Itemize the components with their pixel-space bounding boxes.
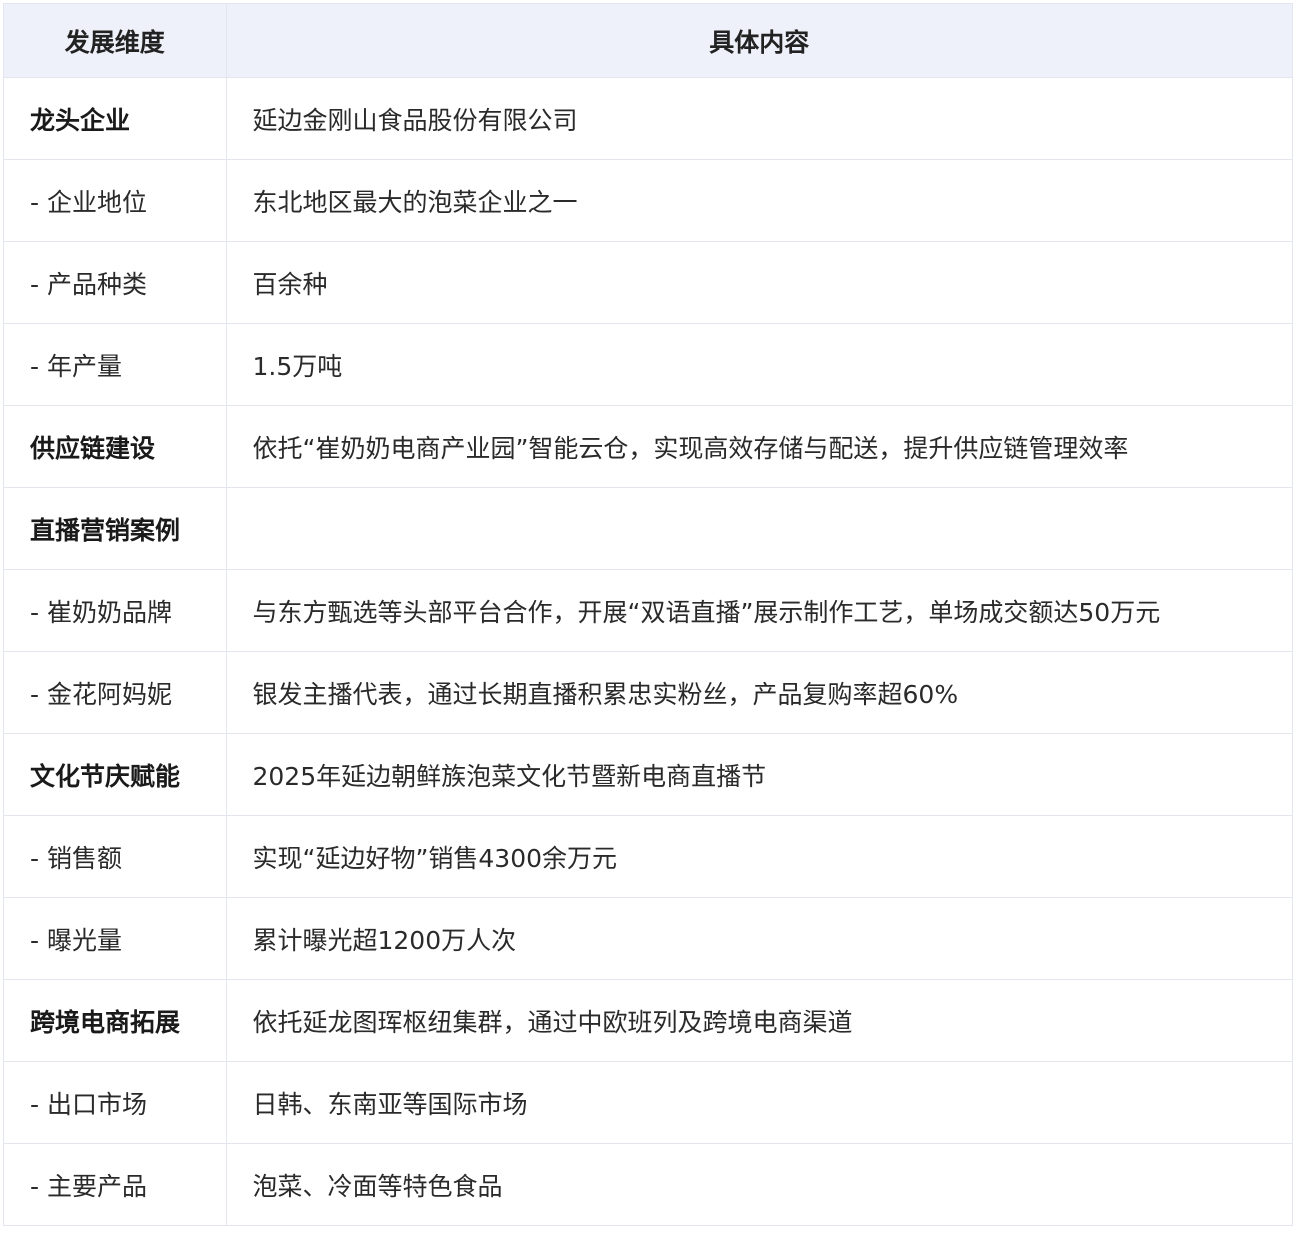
dimension-cell: 跨境电商拓展 bbox=[4, 979, 227, 1062]
development-table: 发展维度 具体内容 龙头企业 延边金刚山食品股份有限公司 - 企业地位 东北地区最大的… bbox=[4, 3, 1292, 1226]
content-cell: 延边金刚山食品股份有限公司 bbox=[226, 77, 1292, 160]
dimension-cell: - 产品种类 bbox=[4, 241, 227, 324]
content-cell: 累计曝光超1200万人次 bbox=[226, 897, 1292, 980]
dimension-cell: - 年产量 bbox=[4, 323, 227, 406]
content-cell: 日韩、东南亚等国际市场 bbox=[226, 1061, 1292, 1144]
table-row: - 年产量 1.5万吨 bbox=[4, 323, 1292, 406]
header-dimension: 发展维度 bbox=[4, 3, 227, 78]
table-row: - 曝光量 累计曝光超1200万人次 bbox=[4, 897, 1292, 980]
dimension-cell: 龙头企业 bbox=[4, 77, 227, 160]
content-cell: 依托“崔奶奶电商产业园”智能云仓，实现高效存储与配送，提升供应链管理效率 bbox=[226, 405, 1292, 488]
dimension-cell: - 金花阿妈妮 bbox=[4, 651, 227, 734]
table-row: 文化节庆赋能 2025年延边朝鲜族泡菜文化节暨新电商直播节 bbox=[4, 733, 1292, 816]
dimension-cell: - 崔奶奶品牌 bbox=[4, 569, 227, 652]
table-row: 直播营销案例 bbox=[4, 487, 1292, 570]
table-row: 供应链建设 依托“崔奶奶电商产业园”智能云仓，实现高效存储与配送，提升供应链管理效… bbox=[4, 405, 1292, 488]
content-cell bbox=[226, 487, 1292, 570]
table-row: - 企业地位 东北地区最大的泡菜企业之一 bbox=[4, 159, 1292, 242]
data-table-container: 发展维度 具体内容 龙头企业 延边金刚山食品股份有限公司 - 企业地位 东北地区最大的… bbox=[3, 3, 1293, 1226]
content-cell: 银发主播代表，通过长期直播积累忠实粉丝，产品复购率超60% bbox=[226, 651, 1292, 734]
dimension-cell: - 曝光量 bbox=[4, 897, 227, 980]
header-content: 具体内容 bbox=[226, 3, 1292, 78]
dimension-cell: 供应链建设 bbox=[4, 405, 227, 488]
table-row: - 出口市场 日韩、东南亚等国际市场 bbox=[4, 1061, 1292, 1144]
table-row: - 金花阿妈妮 银发主播代表，通过长期直播积累忠实粉丝，产品复购率超60% bbox=[4, 651, 1292, 734]
dimension-cell: 文化节庆赋能 bbox=[4, 733, 227, 816]
content-cell: 依托延龙图珲枢纽集群，通过中欧班列及跨境电商渠道 bbox=[226, 979, 1292, 1062]
dimension-cell: - 企业地位 bbox=[4, 159, 227, 242]
table-row: - 崔奶奶品牌 与东方甄选等头部平台合作，开展“双语直播”展示制作工艺，单场成交额… bbox=[4, 569, 1292, 652]
content-cell: 1.5万吨 bbox=[226, 323, 1292, 406]
table-row: - 销售额 实现“延边好物”销售4300余万元 bbox=[4, 815, 1292, 898]
dimension-cell: - 出口市场 bbox=[4, 1061, 227, 1144]
table-row: 跨境电商拓展 依托延龙图珲枢纽集群，通过中欧班列及跨境电商渠道 bbox=[4, 979, 1292, 1062]
dimension-cell: - 主要产品 bbox=[4, 1143, 227, 1226]
content-cell: 与东方甄选等头部平台合作，开展“双语直播”展示制作工艺，单场成交额达50万元 bbox=[226, 569, 1292, 652]
content-cell: 实现“延边好物”销售4300余万元 bbox=[226, 815, 1292, 898]
table-header-row: 发展维度 具体内容 bbox=[4, 3, 1292, 78]
content-cell: 泡菜、冷面等特色食品 bbox=[226, 1143, 1292, 1226]
table-row: - 产品种类 百余种 bbox=[4, 241, 1292, 324]
content-cell: 东北地区最大的泡菜企业之一 bbox=[226, 159, 1292, 242]
table-body: 龙头企业 延边金刚山食品股份有限公司 - 企业地位 东北地区最大的泡菜企业之一 - 产品… bbox=[4, 77, 1292, 1226]
dimension-cell: - 销售额 bbox=[4, 815, 227, 898]
table-row: 龙头企业 延边金刚山食品股份有限公司 bbox=[4, 77, 1292, 160]
dimension-cell: 直播营销案例 bbox=[4, 487, 227, 570]
content-cell: 2025年延边朝鲜族泡菜文化节暨新电商直播节 bbox=[226, 733, 1292, 816]
table-row: - 主要产品 泡菜、冷面等特色食品 bbox=[4, 1143, 1292, 1226]
content-cell: 百余种 bbox=[226, 241, 1292, 324]
